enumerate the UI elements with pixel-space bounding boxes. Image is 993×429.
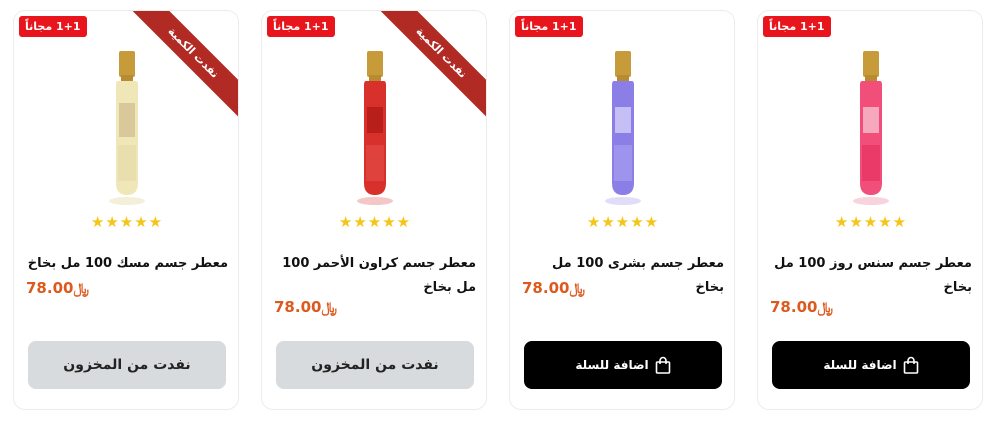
price-value: 78.00 xyxy=(274,298,322,316)
currency-symbol: ﷼ xyxy=(73,281,89,297)
product-card[interactable]: 1+1 مجاناً ★★★★★ معطر جسم سنس روز 100 مل… xyxy=(757,10,983,410)
offer-badge: 1+1 مجاناً xyxy=(267,16,335,37)
rating-stars: ★★★★★ xyxy=(586,213,660,231)
product-price: ﷼78.00 xyxy=(26,279,228,297)
product-grid: 1+1 مجاناً ★★★★★ معطر جسم سنس روز 100 مل… xyxy=(0,0,993,429)
product-image[interactable] xyxy=(758,45,983,211)
product-title[interactable]: معطر جسم مسك 100 مل بخاخ xyxy=(26,252,228,276)
product-title[interactable]: معطر جسم كراون الأحمر 100 مل بخاخ xyxy=(274,252,476,300)
product-image[interactable] xyxy=(262,45,487,211)
product-card[interactable]: 1+1 مجاناً نفدت الكمية ★★★★★ معطر جسم كر… xyxy=(261,10,487,410)
price-value: 78.00 xyxy=(522,279,570,297)
add-to-cart-button[interactable]: اضافة للسلة xyxy=(524,341,722,389)
shopping-bag-icon xyxy=(903,356,918,374)
currency-symbol: ﷼ xyxy=(817,300,833,316)
rating-stars: ★★★★★ xyxy=(90,213,164,231)
price-value: 78.00 xyxy=(26,279,74,297)
product-card[interactable]: 1+1 مجاناً ★★★★★ معطر جسم بشرى 100 مل بخ… xyxy=(509,10,735,410)
price-value: 78.00 xyxy=(770,298,818,316)
offer-badge: 1+1 مجاناً xyxy=(515,16,583,37)
product-price: ﷼78.00 xyxy=(522,279,724,297)
product-card[interactable]: 1+1 مجاناً نفدت الكمية ★★★★★ معطر جسم مس… xyxy=(13,10,239,410)
product-image[interactable] xyxy=(510,45,735,211)
currency-symbol: ﷼ xyxy=(569,281,585,297)
rating-stars: ★★★★★ xyxy=(338,213,412,231)
out-of-stock-button[interactable]: نفدت من المخزون xyxy=(276,341,474,389)
product-title[interactable]: معطر جسم سنس روز 100 مل بخاخ xyxy=(770,252,972,300)
shopping-bag-icon xyxy=(655,356,670,374)
offer-badge: 1+1 مجاناً xyxy=(19,16,87,37)
offer-badge: 1+1 مجاناً xyxy=(763,16,831,37)
rating-stars: ★★★★★ xyxy=(834,213,908,231)
product-price: ﷼78.00 xyxy=(770,298,972,316)
add-to-cart-button[interactable]: اضافة للسلة xyxy=(772,341,970,389)
product-price: ﷼78.00 xyxy=(274,298,476,316)
out-of-stock-button[interactable]: نفدت من المخزون xyxy=(28,341,226,389)
add-to-cart-label: اضافة للسلة xyxy=(823,358,897,372)
product-image[interactable] xyxy=(14,45,239,211)
add-to-cart-label: اضافة للسلة xyxy=(575,358,649,372)
currency-symbol: ﷼ xyxy=(321,300,337,316)
